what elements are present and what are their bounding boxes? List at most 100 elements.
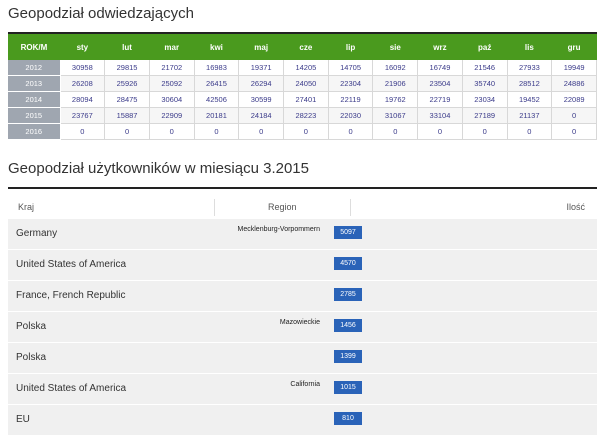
year-cell: 2016: [8, 123, 61, 140]
year-cell: 2013: [8, 75, 61, 92]
visits-value-cell: 30599: [238, 91, 285, 108]
count-badge: 2785: [334, 288, 362, 301]
visits-value-cell: 23504: [417, 75, 463, 92]
count-badge: 5097: [334, 226, 362, 239]
visits-value-cell: 24886: [551, 75, 597, 92]
column-header-month: lis: [507, 34, 552, 60]
visits-value-cell: 24184: [238, 107, 285, 124]
country-label: Polska: [16, 352, 47, 363]
user-geo-row: United States of America California 1015: [8, 374, 597, 405]
column-header-count[interactable]: Ilość: [566, 202, 585, 212]
column-separator: [350, 199, 351, 216]
column-separator: [214, 199, 215, 216]
visits-value-cell: 0: [149, 123, 195, 140]
visits-value-cell: 0: [551, 123, 597, 140]
column-header-region[interactable]: Region: [268, 202, 297, 212]
count-badge: 1399: [334, 350, 362, 363]
year-cell: 2012: [8, 60, 61, 76]
count-badge: 4570: [334, 257, 362, 270]
visits-value-cell: 28512: [507, 75, 553, 92]
visits-value-cell: 22089: [551, 91, 597, 108]
country-label: Germany: [16, 228, 58, 239]
visits-value-cell: 42506: [194, 91, 240, 108]
count-badge: 1015: [334, 381, 362, 394]
count-badge: 810: [334, 412, 362, 425]
visits-value-cell: 0: [283, 123, 329, 140]
region-label: Mazowieckie: [279, 319, 320, 326]
visits-value-cell: 25092: [149, 75, 195, 92]
visits-row: 2015 23767 15887 22909 20181 24184 28223 22030 3…: [8, 107, 597, 124]
user-geo-row: France, French Republic 2785: [8, 281, 597, 312]
country-label: United States of America: [16, 259, 127, 270]
country-label: France, French Republic: [16, 290, 126, 301]
visits-value-cell: 14705: [328, 60, 374, 76]
visits-row: 2016 0 0 0 0 0 0 0 0 0 0 0 0: [8, 123, 597, 140]
visits-value-cell: 22909: [149, 107, 195, 124]
column-header-country[interactable]: Kraj: [18, 202, 34, 212]
column-header-month: gru: [551, 34, 597, 60]
visits-value-cell: 14205: [283, 60, 329, 76]
visits-value-cell: 19371: [238, 60, 285, 76]
visits-value-cell: 16092: [372, 60, 419, 76]
user-geo-row: EU 810: [8, 405, 597, 436]
visits-value-cell: 21546: [462, 60, 508, 76]
visits-value-cell: 22719: [417, 91, 463, 108]
visits-value-cell: 19452: [507, 91, 553, 108]
visits-value-cell: 23034: [462, 91, 508, 108]
user-geo-row: Germany Mecklenburg-Vorpommern 5097: [8, 219, 597, 250]
visits-value-cell: 19762: [372, 91, 419, 108]
users-table-body: Germany Mecklenburg-Vorpommern 5097 United …: [8, 219, 597, 436]
country-label: United States of America: [16, 383, 127, 394]
user-geo-row: Polska Mazowieckie 1456: [8, 312, 597, 343]
visits-value-cell: 0: [551, 107, 597, 124]
visits-value-cell: 26208: [60, 75, 106, 92]
visits-value-cell: 28094: [60, 91, 106, 108]
column-header-month: sty: [60, 34, 105, 60]
visits-value-cell: 0: [507, 123, 553, 140]
visits-value-cell: 25926: [104, 75, 150, 92]
visits-header-row: ROK/M sty lut mar kwi maj cze lip sie wrz paź lis gr…: [8, 34, 597, 60]
visits-row: 2014 28094 28475 30604 42506 30599 27401 22119 1…: [8, 91, 597, 108]
visits-value-cell: 28475: [104, 91, 150, 108]
region-label: Mecklenburg-Vorpommern: [237, 226, 320, 233]
visits-row: 2012 30958 29815 21702 16983 19371 14205 14705 1…: [8, 60, 597, 76]
visits-value-cell: 23767: [60, 107, 106, 124]
visits-value-cell: 16983: [194, 60, 240, 76]
column-header-month: paź: [462, 34, 508, 60]
visits-table: ROK/M sty lut mar kwi maj cze lip sie wrz paź lis gr…: [8, 34, 597, 140]
visits-value-cell: 24050: [283, 75, 329, 92]
visits-value-cell: 27933: [507, 60, 553, 76]
visits-value-cell: 0: [372, 123, 419, 140]
region-label: California: [290, 381, 320, 388]
visits-value-cell: 22304: [328, 75, 374, 92]
visits-value-cell: 33104: [417, 107, 463, 124]
visits-value-cell: 30958: [60, 60, 106, 76]
column-header-month: lut: [104, 34, 150, 60]
column-header-month: lip: [328, 34, 373, 60]
column-header-month: kwi: [194, 34, 239, 60]
users-table-header: Kraj Region Ilość: [8, 196, 597, 218]
country-label: EU: [16, 414, 30, 425]
visits-value-cell: 31067: [372, 107, 419, 124]
visits-value-cell: 0: [194, 123, 240, 140]
visits-value-cell: 22030: [328, 107, 374, 124]
visits-value-cell: 20181: [194, 107, 240, 124]
visits-value-cell: 21702: [149, 60, 195, 76]
visits-value-cell: 21906: [372, 75, 419, 92]
year-cell: 2014: [8, 91, 61, 108]
visits-value-cell: 0: [60, 123, 106, 140]
user-geo-row: United States of America 4570: [8, 250, 597, 281]
visits-value-cell: 30604: [149, 91, 195, 108]
visits-value-cell: 0: [462, 123, 508, 140]
visits-value-cell: 21137: [507, 107, 553, 124]
column-header-month: mar: [149, 34, 195, 60]
users-title-rule: [8, 187, 597, 189]
year-cell: 2015: [8, 107, 61, 124]
visits-value-cell: 22119: [328, 91, 374, 108]
visits-value-cell: 16749: [417, 60, 463, 76]
visits-value-cell: 27401: [283, 91, 329, 108]
visits-value-cell: 27189: [462, 107, 508, 124]
column-header-month: wrz: [417, 34, 463, 60]
visits-title: Geopodział odwiedzających: [8, 5, 194, 22]
visits-value-cell: 26294: [238, 75, 285, 92]
